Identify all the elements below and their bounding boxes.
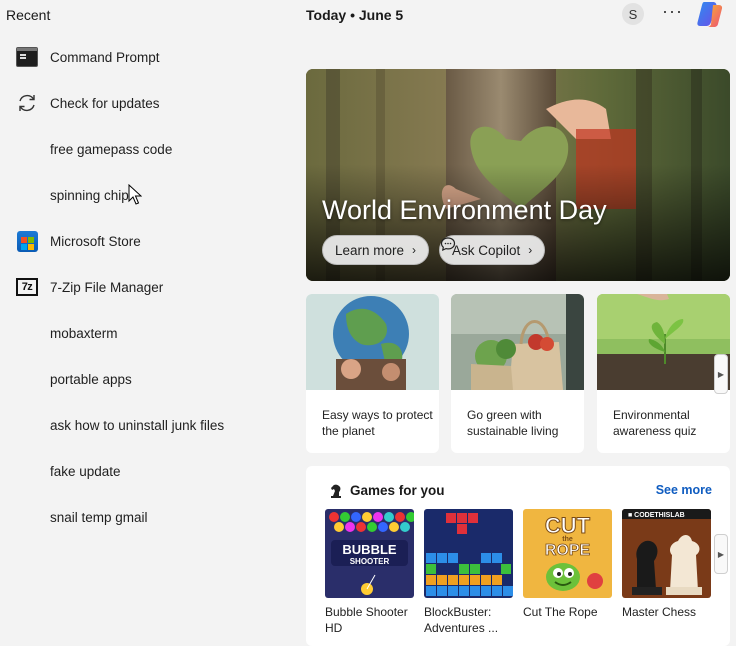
chat-bubble-icon bbox=[440, 237, 456, 251]
game-thumbnail bbox=[424, 509, 513, 598]
recent-item-search[interactable]: free gamepass code bbox=[0, 126, 290, 172]
recent-heading: Recent bbox=[6, 7, 51, 23]
recent-item-label: free gamepass code bbox=[50, 141, 173, 157]
ask-copilot-label: Ask Copilot bbox=[452, 242, 521, 258]
game-name: Bubble Shooter HD bbox=[325, 605, 408, 635]
game-tile[interactable]: ■ CODETHISLAB Master Chess bbox=[622, 509, 711, 620]
game-tile[interactable]: CUT the ROPE Cut The Rope bbox=[523, 509, 612, 620]
recent-panel: Recent Command Prompt Check for updates … bbox=[0, 0, 300, 634]
game-art-text: ■ CODETHISLAB bbox=[628, 512, 685, 519]
recent-item-search[interactable]: fake update bbox=[0, 448, 290, 494]
game-thumbnail: BUBBLE SHOOTER bbox=[325, 509, 414, 598]
game-name: Master Chess bbox=[622, 605, 697, 619]
game-tile[interactable]: BlockBuster: Adventures ... bbox=[424, 509, 513, 636]
recent-item-label: Command Prompt bbox=[50, 49, 160, 65]
ask-copilot-button[interactable]: Ask Copilot › bbox=[439, 235, 546, 265]
recent-item-label: portable apps bbox=[50, 371, 132, 387]
game-name: Cut The Rope bbox=[523, 605, 598, 619]
card-image-globe bbox=[306, 294, 439, 390]
recent-item-search[interactable]: snail temp gmail bbox=[0, 494, 290, 540]
game-tile[interactable]: BUBBLE SHOOTER Bubble Shooter HD bbox=[325, 509, 414, 636]
recent-item-label: fake update bbox=[50, 463, 121, 479]
date-heading: Today • June 5 bbox=[306, 7, 404, 23]
refresh-icon bbox=[16, 92, 38, 114]
news-card[interactable]: Easy ways to protect the planet bbox=[306, 294, 439, 453]
learn-more-button[interactable]: Learn more › bbox=[322, 235, 430, 265]
see-more-link[interactable]: See more bbox=[656, 483, 712, 497]
svg-text:ROPE: ROPE bbox=[545, 542, 591, 559]
news-card[interactable]: Environmental awareness quiz bbox=[597, 294, 730, 453]
game-name: BlockBuster: Adventures ... bbox=[424, 605, 499, 635]
recent-item-search[interactable]: spinning chip bbox=[0, 172, 290, 218]
recent-item-search[interactable]: ask how to uninstall junk files bbox=[0, 402, 290, 448]
card-title: Easy ways to protect the planet bbox=[322, 408, 433, 438]
recent-item-7zip[interactable]: 7z 7-Zip File Manager bbox=[0, 264, 290, 310]
account-avatar[interactable]: S bbox=[622, 3, 644, 25]
more-options-button[interactable]: ··· bbox=[662, 1, 683, 22]
svg-text:SHOOTER: SHOOTER bbox=[350, 557, 390, 566]
recent-item-label: Microsoft Store bbox=[50, 233, 141, 249]
card-image-grocery-bag bbox=[451, 294, 584, 390]
recent-item-label: ask how to uninstall junk files bbox=[50, 417, 225, 433]
mouse-cursor-icon bbox=[128, 184, 142, 205]
svg-text:CUT: CUT bbox=[545, 513, 591, 538]
hero-title: World Environment Day bbox=[322, 195, 607, 225]
chess-knight-icon bbox=[331, 484, 341, 498]
card-image-sprout bbox=[597, 294, 730, 390]
caret-right-icon: ▶ bbox=[717, 369, 725, 379]
recent-item-label: 7-Zip File Manager bbox=[50, 279, 164, 295]
cards-scroll-right-button[interactable]: ▶ bbox=[714, 354, 728, 394]
recent-item-microsoft-store[interactable]: Microsoft Store bbox=[0, 218, 290, 264]
command-prompt-icon bbox=[16, 46, 38, 68]
games-scroll-right-button[interactable]: ▶ bbox=[714, 534, 728, 574]
recent-item-search[interactable]: portable apps bbox=[0, 356, 290, 402]
card-title: Environmental awareness quiz bbox=[613, 408, 697, 438]
recent-item-label: Check for updates bbox=[50, 95, 160, 111]
recent-item-label: snail temp gmail bbox=[50, 509, 148, 525]
learn-more-label: Learn more bbox=[335, 242, 405, 258]
news-card[interactable]: Go green with sustainable living bbox=[451, 294, 584, 453]
microsoft-store-icon bbox=[16, 230, 38, 252]
chevron-right-icon: › bbox=[528, 243, 533, 257]
card-title: Go green with sustainable living bbox=[467, 408, 559, 438]
recent-item-search[interactable]: mobaxterm bbox=[0, 310, 290, 356]
caret-right-icon: ▶ bbox=[717, 549, 725, 559]
game-art-text: BUBBLE bbox=[342, 542, 396, 557]
copilot-icon[interactable] bbox=[695, 0, 725, 28]
recent-item-label: spinning chip bbox=[50, 187, 129, 203]
chevron-right-icon: › bbox=[412, 243, 417, 257]
hero-banner[interactable]: World Environment Day Learn more › Ask C… bbox=[306, 69, 730, 281]
recent-item-command-prompt[interactable]: Command Prompt bbox=[0, 34, 290, 80]
recent-item-label: mobaxterm bbox=[50, 325, 118, 341]
game-thumbnail: CUT the ROPE bbox=[523, 509, 612, 598]
7zip-icon: 7z bbox=[16, 276, 38, 298]
games-panel: Games for you See more BUBBLE SHOOTER Bu… bbox=[306, 466, 730, 646]
games-heading: Games for you bbox=[350, 483, 445, 498]
game-thumbnail: ■ CODETHISLAB bbox=[622, 509, 711, 598]
recent-item-check-updates[interactable]: Check for updates bbox=[0, 80, 290, 126]
